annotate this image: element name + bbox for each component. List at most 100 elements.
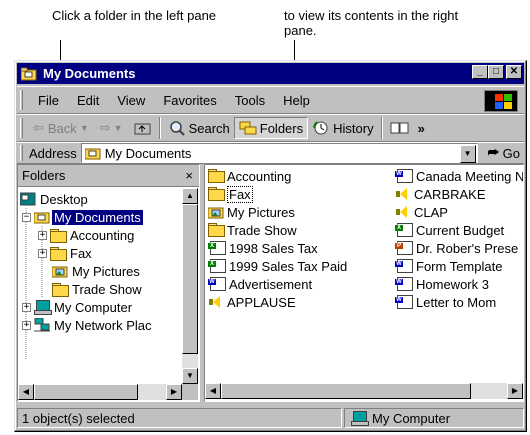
forward-button[interactable]: ⇨ ▼: [96, 117, 130, 139]
address-input[interactable]: My Documents ▼: [80, 143, 478, 163]
excel-doc-icon: X: [208, 241, 226, 255]
file-item-fax[interactable]: Fax: [208, 185, 253, 203]
expand-icon[interactable]: +: [38, 230, 47, 240]
callout-left-instruction: Click a folder in the left pane: [52, 8, 217, 23]
folders-vertical-scrollbar[interactable]: ▲ ▼: [182, 188, 198, 384]
folders-horizontal-scrollbar[interactable]: ◀ ▶: [18, 384, 182, 400]
menu-help[interactable]: Help: [274, 93, 319, 108]
file-item-carbrake[interactable]: CARBRAKE: [395, 185, 486, 203]
history-button[interactable]: History: [308, 117, 377, 139]
back-dropdown-icon[interactable]: ▼: [80, 123, 89, 133]
tree-label-fax: Fax: [70, 245, 92, 261]
scroll-up-button[interactable]: ▲: [182, 188, 198, 204]
file-item-accounting[interactable]: Accounting: [208, 167, 291, 185]
sound-icon: [208, 295, 224, 309]
file-name: CARBRAKE: [414, 186, 486, 202]
address-dropdown-button[interactable]: ▼: [459, 145, 476, 163]
file-item-applause[interactable]: APPLAUSE: [208, 293, 296, 311]
scroll-left-button[interactable]: ◀: [18, 384, 34, 400]
my-documents-icon: [20, 67, 37, 81]
tree-label-accounting: Accounting: [70, 227, 135, 243]
file-item-homework-3[interactable]: W Homework 3: [395, 275, 489, 293]
search-icon: [169, 121, 185, 136]
tree-item-my-network-places[interactable]: + My Network Plac: [22, 316, 152, 334]
menu-view[interactable]: View: [108, 93, 154, 108]
history-icon: [313, 121, 328, 135]
word-doc-icon: W: [208, 277, 226, 291]
file-item-letter-to-mom[interactable]: W Letter to Mom: [395, 293, 496, 311]
folders-pane: Folders × Desktop − My Documents + Accou: [17, 164, 200, 402]
file-item-form-template[interactable]: W Form Template: [395, 257, 502, 275]
history-label: History: [333, 120, 374, 136]
scroll-right-button[interactable]: ▶: [507, 383, 523, 399]
tree-item-accounting[interactable]: + Accounting: [38, 226, 134, 244]
contents-pane: Accounting Fax My Pictures Trade Show X …: [204, 164, 524, 402]
go-button[interactable]: ⮫ Go: [484, 143, 524, 163]
tree-item-desktop[interactable]: Desktop: [20, 190, 88, 208]
folders-button[interactable]: Folders: [233, 117, 309, 139]
scroll-thumb[interactable]: [34, 384, 138, 400]
file-item-clap[interactable]: CLAP: [395, 203, 448, 221]
file-name: Advertisement: [229, 276, 313, 292]
maximize-button[interactable]: □: [488, 65, 504, 79]
scroll-corner: [182, 384, 198, 400]
address-grip[interactable]: [20, 145, 23, 161]
menu-grip[interactable]: [20, 90, 23, 110]
file-item-current-budget[interactable]: X Current Budget: [395, 221, 504, 239]
tree-label-desktop: Desktop: [40, 191, 88, 207]
tree-item-my-computer[interactable]: + My Computer: [22, 298, 132, 316]
menu-tools[interactable]: Tools: [226, 93, 274, 108]
file-item-trade-show[interactable]: Trade Show: [208, 221, 297, 239]
scroll-thumb[interactable]: [182, 204, 198, 354]
file-item-advertisement[interactable]: W Advertisement: [208, 275, 312, 293]
word-doc-icon: W: [395, 259, 413, 273]
tree-item-fax[interactable]: + Fax: [38, 244, 92, 262]
tree-item-trade-show[interactable]: Trade Show: [52, 280, 142, 298]
close-button[interactable]: ✕: [506, 65, 522, 79]
file-item-canada-meeting[interactable]: W Canada Meeting N: [395, 167, 523, 185]
folders-pane-close-icon[interactable]: ×: [185, 168, 193, 183]
expand-icon[interactable]: +: [38, 248, 47, 258]
collapse-icon[interactable]: −: [22, 212, 31, 222]
menu-favorites[interactable]: Favorites: [154, 93, 225, 108]
toolbar-grip[interactable]: [20, 118, 23, 138]
forward-dropdown-icon[interactable]: ▼: [114, 123, 123, 133]
scroll-thumb[interactable]: [221, 383, 471, 399]
move-to-button[interactable]: [386, 117, 414, 139]
file-item-my-pictures[interactable]: My Pictures: [208, 203, 295, 221]
file-item-1999-sales-tax-paid[interactable]: X 1999 Sales Tax Paid: [208, 257, 347, 275]
up-folder-button[interactable]: [130, 117, 156, 139]
scroll-left-button[interactable]: ◀: [205, 383, 221, 399]
expand-icon[interactable]: +: [22, 302, 31, 312]
scroll-down-button[interactable]: ▼: [182, 368, 198, 384]
tree-item-my-pictures[interactable]: My Pictures: [52, 262, 140, 280]
back-arrow-icon: ⇦: [33, 120, 44, 135]
tree-label-my-pictures: My Pictures: [72, 263, 140, 279]
menu-bar: File Edit View Favorites Tools Help: [17, 86, 524, 114]
standard-toolbar: ⇦ Back ▼ ⇨ ▼ Search Folders History »: [17, 114, 524, 142]
file-name: Homework 3: [416, 276, 489, 292]
toolbar-separator: [380, 117, 383, 139]
status-selection: 1 object(s) selected: [17, 408, 342, 428]
toolbar-overflow-chevron[interactable]: »: [414, 117, 429, 139]
back-button[interactable]: ⇦ Back ▼: [29, 117, 96, 139]
tree-label-trade-show: Trade Show: [72, 281, 142, 297]
tree-item-my-documents[interactable]: − My Documents: [22, 208, 143, 226]
contents-horizontal-scrollbar[interactable]: ◀ ▶: [205, 383, 523, 399]
file-item-dr-robers-presentation[interactable]: P Dr. Rober's Prese: [395, 239, 518, 257]
minimize-button[interactable]: _: [472, 65, 488, 79]
menu-file[interactable]: File: [29, 93, 68, 108]
file-item-1998-sales-tax[interactable]: X 1998 Sales Tax: [208, 239, 318, 257]
excel-doc-icon: X: [395, 223, 413, 237]
my-documents-icon: [34, 212, 50, 224]
status-zone-text: My Computer: [372, 410, 451, 426]
search-button[interactable]: Search: [164, 117, 234, 139]
status-zone: My Computer: [344, 408, 524, 428]
sound-icon: [395, 205, 411, 219]
expand-icon[interactable]: +: [22, 320, 31, 330]
my-documents-icon: [84, 148, 101, 160]
menu-edit[interactable]: Edit: [68, 93, 108, 108]
address-label: Address: [29, 145, 77, 161]
scroll-right-button[interactable]: ▶: [166, 384, 182, 400]
title-bar[interactable]: My Documents _ □ ✕: [17, 63, 524, 84]
